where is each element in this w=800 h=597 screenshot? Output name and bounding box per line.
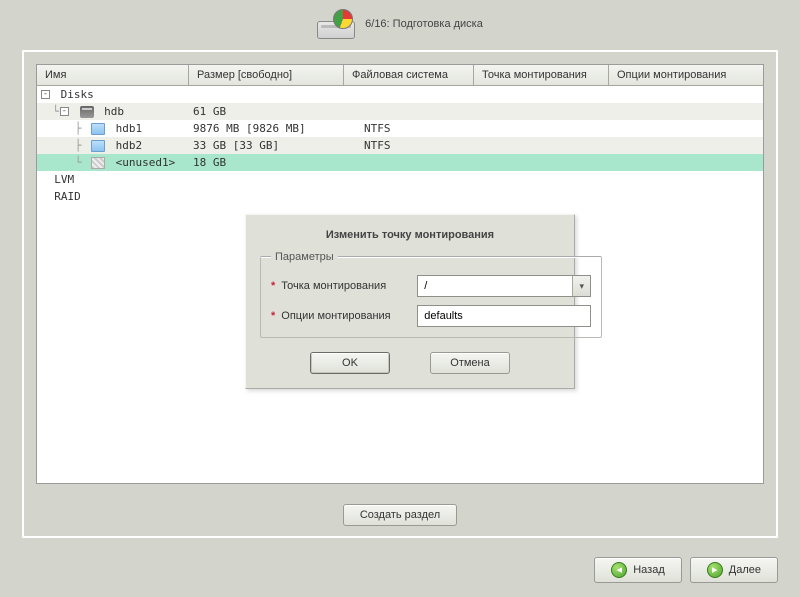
partition-icon [91,123,105,135]
page-header: 6/16: Подготовка диска [0,0,800,48]
tree-node-lvm[interactable]: LVM [37,171,763,188]
cancel-button[interactable]: Отмена [430,352,510,374]
col-options[interactable]: Опции монтирования [609,65,763,86]
size: 61 GB [189,105,344,118]
col-size[interactable]: Размер [свободно] [189,65,344,86]
label: hdb1 [116,122,143,135]
mount-combo[interactable]: ▾ [417,275,591,297]
fs: NTFS [344,122,474,135]
tree-node-hdb[interactable]: └- hdb 61 GB [37,103,763,120]
create-partition-button[interactable]: Создать раздел [343,504,457,526]
next-button[interactable]: ▸ Далее [690,557,778,583]
label: hdb [104,105,124,118]
size: 18 GB [189,156,344,169]
main-panel: Имя Размер [свободно] Файловая система Т… [22,50,778,538]
mount-input[interactable] [418,276,572,296]
options-label: Опции монтирования [281,310,411,322]
label: <unused1> [116,156,176,169]
tree-node-hdb1[interactable]: ├ hdb1 9876 MB [9826 MB] NTFS [37,120,763,137]
tree-node-unused[interactable]: └ <unused1> 18 GB [37,154,763,171]
fs: NTFS [344,139,474,152]
mount-dialog: Изменить точку монтирования Параметры * … [245,214,575,389]
tree-root-disks[interactable]: - Disks [37,86,763,103]
size: 9876 MB [9826 MB] [189,122,344,135]
label: LVM [54,173,74,186]
expander-icon[interactable]: - [60,107,69,116]
label: hdb2 [116,139,143,152]
label: RAID [54,190,81,203]
dialog-fieldset: Параметры * Точка монтирования ▾ * Опции… [260,251,602,338]
col-mount[interactable]: Точка монтирования [474,65,609,86]
size: 33 GB [33 GB] [189,139,344,152]
disk-icon [80,106,94,118]
back-button[interactable]: ◂ Назад [594,557,682,583]
page-title: 6/16: Подготовка диска [365,18,483,30]
partition-icon [91,140,105,152]
tree-node-hdb2[interactable]: ├ hdb2 33 GB [33 GB] NTFS [37,137,763,154]
table-header: Имя Размер [свободно] Файловая система Т… [37,65,763,86]
arrow-right-icon: ▸ [707,562,723,578]
dropdown-icon[interactable]: ▾ [572,276,590,296]
expander-icon[interactable]: - [41,90,50,99]
arrow-left-icon: ◂ [611,562,627,578]
mount-label: Точка монтирования [281,280,411,292]
required-icon: * [271,310,275,322]
fieldset-legend: Параметры [271,251,338,263]
dialog-title: Изменить точку монтирования [260,225,560,251]
disk-pie-icon [317,9,355,39]
col-name[interactable]: Имя [37,65,189,86]
ok-button[interactable]: OK [310,352,390,374]
tree-node-raid[interactable]: RAID [37,188,763,205]
required-icon: * [271,280,275,292]
col-fs[interactable]: Файловая система [344,65,474,86]
label: Disks [61,88,94,101]
options-input[interactable] [417,305,591,327]
partition-table: Имя Размер [свободно] Файловая система Т… [36,64,764,484]
unused-icon [91,157,105,169]
